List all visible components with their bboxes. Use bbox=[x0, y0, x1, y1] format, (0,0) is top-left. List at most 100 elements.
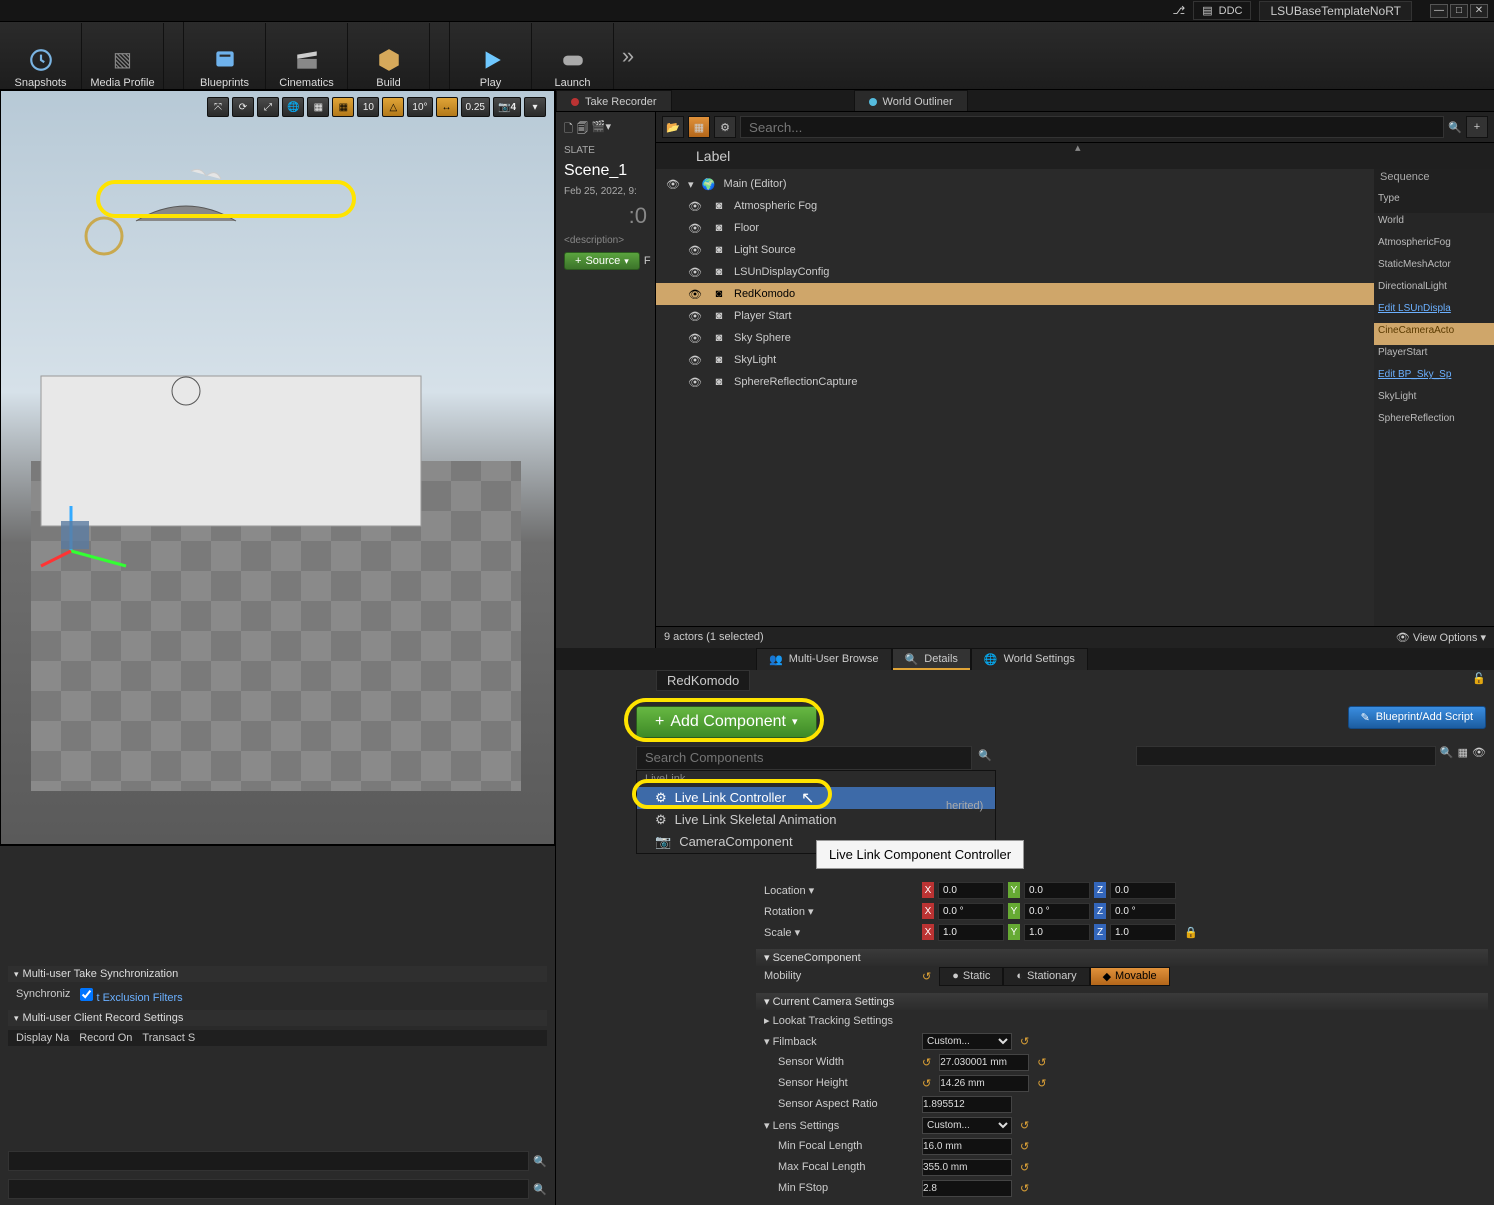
outliner-row[interactable]: 👁◙Player Start bbox=[656, 305, 1374, 327]
filter-button[interactable]: ▦ bbox=[688, 116, 710, 138]
outliner-row[interactable]: 👁◙RedKomodo bbox=[656, 283, 1374, 305]
outliner-row[interactable]: 👁◙LSUnDisplayConfig bbox=[656, 261, 1374, 283]
settings-button[interactable]: ⚙ bbox=[714, 116, 736, 138]
mobility-stationary[interactable]: ◐ Stationary bbox=[1003, 967, 1089, 986]
take-description[interactable]: <description> bbox=[564, 235, 647, 246]
sync-section-header[interactable]: Multi-user Take Synchronization bbox=[8, 966, 547, 982]
visibility-icon[interactable]: 👁 bbox=[686, 310, 704, 323]
add-component-button[interactable]: + Add Component bbox=[636, 706, 817, 738]
actor-name-field[interactable]: RedKomodo bbox=[656, 670, 750, 691]
rotation-x[interactable] bbox=[938, 903, 1004, 920]
blueprints-button[interactable]: Blueprints bbox=[184, 23, 266, 89]
lock-scale-icon[interactable]: 🔒 bbox=[1184, 926, 1198, 939]
left-lower-search[interactable] bbox=[8, 1151, 529, 1171]
outliner-row[interactable]: 👁▾🌍Main (Editor) bbox=[656, 173, 1374, 195]
visibility-icon[interactable]: 👁 bbox=[686, 332, 704, 345]
scenecomponent-section[interactable]: ▾ SceneComponent bbox=[756, 949, 1488, 966]
open-take-icon[interactable]: 🗐 bbox=[577, 120, 588, 139]
reset-icon[interactable]: ↺ bbox=[1037, 1056, 1046, 1069]
multiuser-browse-tab[interactable]: 👥Multi-User Browse bbox=[756, 648, 892, 670]
lookat-label[interactable]: ▸ Lookat Tracking Settings bbox=[764, 1014, 914, 1027]
reset-icon[interactable]: ↺ bbox=[1020, 1140, 1029, 1153]
record-section-header[interactable]: Multi-user Client Record Settings bbox=[8, 1010, 547, 1026]
left-lower-search2[interactable] bbox=[8, 1179, 529, 1199]
outliner-row[interactable]: 👁◙SphereReflectionCapture bbox=[656, 371, 1374, 393]
close-button[interactable]: ✕ bbox=[1470, 4, 1488, 18]
max-focal-input[interactable] bbox=[922, 1159, 1012, 1176]
grid-view-icon[interactable]: ▦ bbox=[1458, 746, 1468, 766]
type-column-header[interactable]: Type bbox=[1374, 191, 1494, 213]
reset-icon[interactable]: ↺ bbox=[1020, 1035, 1029, 1048]
cinematics-button[interactable]: Cinematics bbox=[266, 23, 348, 89]
scale-z[interactable] bbox=[1110, 924, 1176, 941]
outliner-search[interactable] bbox=[740, 116, 1444, 138]
visibility-icon[interactable]: 👁 bbox=[686, 354, 704, 367]
rotation-z[interactable] bbox=[1110, 903, 1176, 920]
mobility-movable[interactable]: ◆ Movable bbox=[1090, 967, 1170, 986]
clapper-icon[interactable]: 🎬▾ bbox=[592, 120, 611, 139]
reset-icon[interactable]: ↺ bbox=[1020, 1161, 1029, 1174]
ddc-button[interactable]: ▤DDC bbox=[1193, 1, 1251, 20]
reset-icon[interactable]: ↺ bbox=[922, 970, 931, 983]
take-recorder-tab[interactable]: Take Recorder bbox=[556, 90, 672, 111]
world-outliner-tab[interactable]: World Outliner bbox=[854, 90, 968, 111]
folder-icon[interactable]: 📂 bbox=[662, 116, 684, 138]
sensor-aspect-input[interactable] bbox=[922, 1096, 1012, 1113]
media-profile-button[interactable]: ▧ Media Profile bbox=[82, 23, 164, 89]
play-button[interactable]: Play bbox=[450, 23, 532, 89]
minimize-button[interactable]: — bbox=[1430, 4, 1448, 18]
scale-x[interactable] bbox=[938, 924, 1004, 941]
min-focal-input[interactable] bbox=[922, 1138, 1012, 1155]
chevron-down-icon[interactable]: ▾ bbox=[688, 178, 694, 191]
visibility-icon[interactable]: 👁 bbox=[686, 200, 704, 213]
live-link-controller-item[interactable]: ⚙Live Link Controller bbox=[637, 787, 995, 809]
outliner-row[interactable]: 👁◙Atmospheric Fog bbox=[656, 195, 1374, 217]
visibility-icon[interactable]: 👁 bbox=[686, 244, 704, 257]
lock-icon[interactable]: 🔓 bbox=[1472, 672, 1486, 685]
scale-y[interactable] bbox=[1024, 924, 1090, 941]
mobility-static[interactable]: ● Static bbox=[939, 967, 1003, 986]
visibility-icon[interactable]: 👁 bbox=[686, 222, 704, 235]
new-take-icon[interactable]: 🗋 bbox=[564, 120, 573, 139]
add-actor-button[interactable]: + bbox=[1466, 116, 1488, 138]
live-link-skeletal-item[interactable]: ⚙Live Link Skeletal Animation bbox=[637, 809, 995, 831]
filmback-dropdown[interactable]: Custom... bbox=[922, 1033, 1012, 1050]
view-options-button[interactable]: 👁 View Options ▾ bbox=[1396, 631, 1486, 644]
lens-dropdown[interactable]: Custom... bbox=[922, 1117, 1012, 1134]
build-button[interactable]: Build bbox=[348, 23, 430, 89]
toolbar-overflow[interactable]: » bbox=[614, 43, 642, 69]
exclusion-filters-checkbox[interactable]: t Exclusion Filters bbox=[80, 988, 182, 1004]
snapshots-button[interactable]: Snapshots bbox=[0, 23, 82, 89]
location-x[interactable] bbox=[938, 882, 1004, 899]
add-source-button[interactable]: + Source bbox=[564, 252, 640, 270]
min-fstop-input[interactable] bbox=[922, 1180, 1012, 1197]
sequence-column-header[interactable]: Sequence bbox=[1374, 169, 1494, 191]
details-tab[interactable]: 🔍Details bbox=[892, 648, 971, 670]
outliner-row[interactable]: 👁◙Floor bbox=[656, 217, 1374, 239]
visibility-icon[interactable]: 👁 bbox=[664, 178, 682, 191]
details-search[interactable] bbox=[1136, 746, 1436, 766]
reset-icon[interactable]: ↺ bbox=[1020, 1182, 1029, 1195]
reset-icon[interactable]: ↺ bbox=[1037, 1077, 1046, 1090]
viewport[interactable]: ⤧ ⟳ ⤢ 🌐 ▦ ▦ 10 △ 10° ↔ 0.25 📷 4 ▾ bbox=[0, 90, 555, 845]
sensor-height-input[interactable] bbox=[939, 1075, 1029, 1092]
camera-settings-section[interactable]: ▾ Current Camera Settings bbox=[756, 993, 1488, 1010]
component-search[interactable] bbox=[636, 746, 972, 770]
location-z[interactable] bbox=[1110, 882, 1176, 899]
reset-icon[interactable]: ↺ bbox=[922, 1056, 931, 1069]
visibility-icon[interactable]: 👁 bbox=[686, 288, 704, 301]
visibility-icon[interactable]: 👁 bbox=[686, 376, 704, 389]
filmback-label[interactable]: ▾ Filmback bbox=[764, 1035, 914, 1048]
launch-button[interactable]: Launch bbox=[532, 23, 614, 89]
blueprint-add-script-button[interactable]: ✎ Blueprint/Add Script bbox=[1348, 706, 1486, 729]
reset-icon[interactable]: ↺ bbox=[1020, 1119, 1029, 1132]
sensor-width-input[interactable] bbox=[939, 1054, 1029, 1071]
maximize-button[interactable]: □ bbox=[1450, 4, 1468, 18]
lens-settings-label[interactable]: ▾ Lens Settings bbox=[764, 1119, 914, 1132]
rotation-y[interactable] bbox=[1024, 903, 1090, 920]
filter-icon[interactable]: F bbox=[644, 255, 651, 267]
location-y[interactable] bbox=[1024, 882, 1090, 899]
outliner-row[interactable]: 👁◙Light Source bbox=[656, 239, 1374, 261]
eye-icon[interactable]: 👁 bbox=[1472, 746, 1486, 766]
outliner-row[interactable]: 👁◙SkyLight bbox=[656, 349, 1374, 371]
